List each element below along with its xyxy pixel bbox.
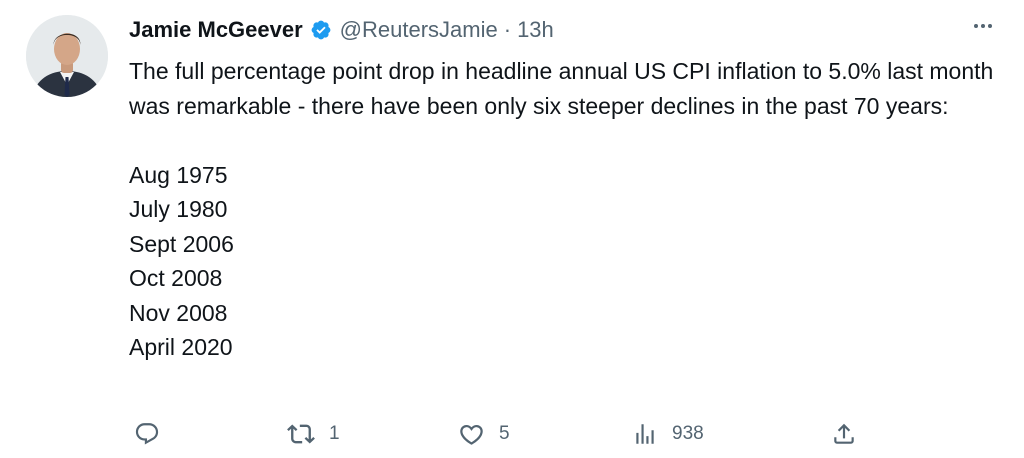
retweet-icon xyxy=(287,424,315,444)
avatar-photo xyxy=(26,15,108,97)
tweet-paragraph: The full percentage point drop in headli… xyxy=(129,58,994,119)
heart-icon xyxy=(460,424,483,445)
retweet-count: 1 xyxy=(329,423,340,444)
dates-list: Aug 1975 July 1980 Sept 2006 Oct 2008 No… xyxy=(129,158,999,365)
views-icon xyxy=(636,424,654,444)
like-count: 5 xyxy=(499,423,510,444)
date-item: Aug 1975 xyxy=(129,161,228,188)
header-separator: · xyxy=(503,17,512,42)
views-button[interactable]: 938 xyxy=(632,414,704,454)
more-horizontal-icon[interactable] xyxy=(970,18,996,34)
date-item: April 2020 xyxy=(129,334,233,360)
tweet-card: Jamie McGeever @ReutersJamie · 13h The f… xyxy=(0,0,1024,458)
reply-icon xyxy=(135,423,159,445)
more-dot xyxy=(974,24,978,28)
date-item: July 1980 xyxy=(129,196,228,222)
date-item: Sept 2006 xyxy=(129,230,234,257)
reply-button[interactable] xyxy=(134,414,174,454)
author-display-name[interactable]: Jamie McGeever xyxy=(129,17,303,43)
date-item: Nov 2008 xyxy=(129,299,228,326)
retweet-button[interactable]: 1 xyxy=(287,414,340,454)
like-button[interactable]: 5 xyxy=(458,414,510,454)
tweet-text: The full percentage point drop in headli… xyxy=(129,54,999,365)
more-dot xyxy=(988,24,992,28)
tweet-header: Jamie McGeever @ReutersJamie · 13h xyxy=(129,14,554,46)
views-count: 938 xyxy=(672,423,704,444)
avatar[interactable] xyxy=(26,15,108,97)
share-icon xyxy=(834,423,854,444)
action-bar: 1 5 938 xyxy=(0,414,1024,454)
share-button[interactable] xyxy=(831,414,857,454)
more-dot xyxy=(981,24,985,28)
verified-badge-icon[interactable] xyxy=(310,19,332,41)
date-item: Oct 2008 xyxy=(129,265,223,291)
author-handle[interactable]: @ReutersJamie xyxy=(340,17,498,43)
tweet-timestamp[interactable]: 13h xyxy=(517,17,554,43)
